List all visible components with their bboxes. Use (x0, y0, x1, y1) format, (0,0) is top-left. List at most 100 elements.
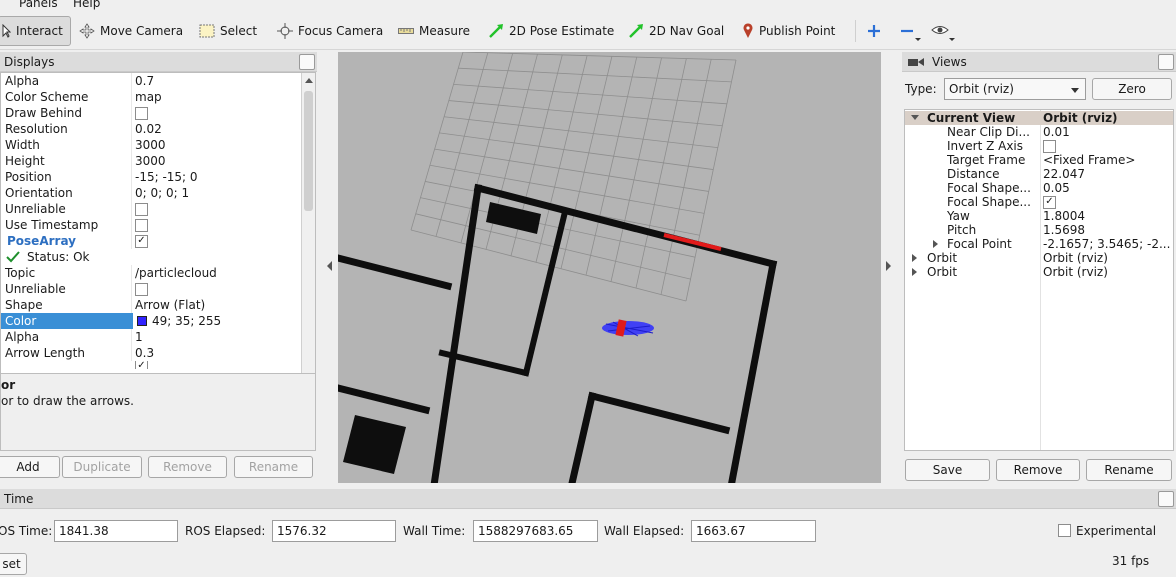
prop-row-resolution[interactable]: Resolution 0.02 (1, 121, 303, 137)
grid-line (560, 56, 613, 269)
posearray-enabled-checkbox[interactable]: ✓ (135, 234, 148, 248)
view-prop-distance[interactable]: Distance 22.047 (905, 167, 1173, 181)
prop-name: Distance (947, 167, 1000, 181)
current-view-row[interactable]: Current View Orbit (rviz) (905, 111, 1173, 125)
color-swatch[interactable] (137, 316, 147, 326)
prop-row-topic[interactable]: Topic/particlecloud (1, 265, 303, 281)
render-viewport[interactable] (338, 52, 881, 483)
wall-elapsed-field[interactable]: 1663.67 (691, 520, 816, 542)
prop-row-unreliable[interactable]: Unreliable (1, 201, 303, 217)
prop-name: Use Timestamp (5, 218, 99, 232)
views-header: Views (902, 52, 1176, 72)
prop-value: 22.047 (1043, 167, 1085, 181)
focal-shape-checkbox[interactable]: ✓ (1043, 195, 1056, 209)
zero-button[interactable]: Zero (1092, 78, 1172, 100)
rename-view-button[interactable]: Rename (1086, 459, 1172, 481)
view-prop-yaw[interactable]: Yaw 1.8004 (905, 209, 1173, 223)
remove-tool-icon[interactable] (900, 24, 922, 42)
draw-behind-checkbox[interactable] (135, 106, 148, 120)
menu-panels[interactable]: Panels (19, 0, 58, 10)
save-view-button[interactable]: Save (905, 459, 990, 481)
prop-row-alpha-2[interactable]: Alpha 1 (1, 329, 303, 345)
displays-float-button[interactable] (299, 54, 315, 70)
view-prop-target-frame[interactable]: Target Frame <Fixed Frame> (905, 153, 1173, 167)
add-button[interactable]: Add (0, 456, 60, 478)
prop-row-shape[interactable]: Shape Arrow (Flat) (1, 297, 303, 313)
tool-move-camera[interactable]: Move Camera (79, 16, 183, 46)
eye-icon[interactable] (931, 23, 957, 43)
tool-2d-nav-goal[interactable]: 2D Nav Goal (628, 16, 724, 46)
tool-select[interactable]: Select (199, 16, 257, 46)
prop-row-width[interactable]: Width 3000 (1, 137, 303, 153)
prop-value: 49; 35; 255 (152, 314, 222, 328)
chevron-down-icon (1071, 88, 1079, 93)
expand-icon[interactable] (912, 254, 917, 262)
prop-row-arrow-length[interactable]: Arrow Length 0.3 (1, 345, 303, 361)
saved-view-row[interactable]: Orbit Orbit (rviz) (905, 265, 1173, 279)
duplicate-button[interactable]: Duplicate (62, 456, 142, 478)
type-label: Type: (905, 82, 937, 96)
tool-publish-point-label: Publish Point (759, 24, 836, 38)
prop-row-color[interactable]: Color 49; 35; 255 (1, 313, 303, 329)
prop-value: <Fixed Frame> (1043, 153, 1136, 167)
tool-interact[interactable]: Interact (0, 16, 71, 46)
remove-button[interactable]: Remove (148, 456, 227, 478)
expand-icon[interactable] (933, 240, 938, 248)
add-tool-icon[interactable] (867, 24, 881, 38)
view-prop-invert-z[interactable]: Invert Z Axis (905, 139, 1173, 153)
displays-tree: Alpha 0.7 Color Scheme map Draw Behind Res… (0, 72, 316, 420)
prop-row-orientation[interactable]: Orientation 0; 0; 0; 1 (1, 185, 303, 201)
prop-name: Color Scheme (5, 90, 89, 104)
prop-row-use-timestamp[interactable]: Use Timestamp (1, 217, 303, 233)
tool-2d-pose-estimate[interactable]: 2D Pose Estimate (488, 16, 614, 46)
wall-elapsed-label: Wall Elapsed: (604, 524, 685, 538)
checkbox[interactable]: ✓ (135, 361, 148, 369)
prop-row-position[interactable]: Position -15; -15; 0 (1, 169, 303, 185)
display-posearray[interactable]: PoseArray ✓ (1, 233, 303, 249)
use-timestamp-checkbox[interactable] (135, 218, 148, 232)
prop-row-unreliable-2[interactable]: Unreliable (1, 281, 303, 297)
view-name: Orbit (927, 251, 958, 265)
prop-row-alpha[interactable]: Alpha 0.7 (1, 73, 303, 89)
tool-publish-point[interactable]: Publish Point (742, 16, 835, 46)
collapse-left-arrow[interactable] (327, 261, 332, 271)
description-text: or to draw the arrows. (1, 394, 134, 408)
time-float-button[interactable] (1158, 491, 1174, 507)
view-prop-focal-point[interactable]: Focal Point -2.1657; 3.5465; -2... (905, 237, 1173, 251)
view-prop-pitch[interactable]: Pitch 1.5698 (905, 223, 1173, 237)
view-prop-near-clip[interactable]: Near Clip Di... 0.01 (905, 125, 1173, 139)
expand-icon[interactable] (912, 268, 917, 276)
prop-row-color-scheme[interactable]: Color Scheme map (1, 89, 303, 105)
scroll-thumb[interactable] (304, 91, 313, 211)
view-type-select[interactable]: Orbit (rviz) (944, 78, 1086, 100)
view-prop-focal-shape-fixed[interactable]: Focal Shape... ✓ (905, 195, 1173, 209)
wall-time-field[interactable]: 1588297683.65 (473, 520, 598, 542)
displays-scrollbar[interactable] (301, 73, 315, 419)
invert-z-checkbox[interactable] (1043, 139, 1056, 153)
tool-measure[interactable]: Measure (398, 16, 470, 46)
view-prop-focal-shape-size[interactable]: Focal Shape... 0.05 (905, 181, 1173, 195)
prop-name: Focal Shape... (947, 195, 1031, 209)
prop-row-draw-behind[interactable]: Draw Behind (1, 105, 303, 121)
unreliable-checkbox[interactable] (135, 202, 148, 216)
saved-view-row[interactable]: Orbit Orbit (rviz) (905, 251, 1173, 265)
prop-row-height[interactable]: Height 3000 (1, 153, 303, 169)
tool-focus-camera[interactable]: Focus Camera (277, 16, 383, 46)
prop-name: Color (5, 314, 37, 328)
remove-view-button[interactable]: Remove (996, 459, 1080, 481)
views-float-button[interactable] (1158, 54, 1174, 70)
collapse-right-arrow[interactable] (886, 261, 891, 271)
unreliable-checkbox[interactable] (135, 282, 148, 296)
rename-button[interactable]: Rename (234, 456, 313, 478)
expand-icon[interactable] (911, 115, 919, 120)
reset-button[interactable]: set (0, 553, 27, 575)
particle-cloud (602, 319, 654, 337)
experimental-checkbox[interactable] (1058, 524, 1071, 537)
ros-elapsed-field[interactable]: 1576.32 (272, 520, 396, 542)
prop-name: Invert Z Axis (947, 139, 1024, 153)
map-render[interactable] (338, 52, 881, 483)
status-row[interactable]: Status: Ok (1, 249, 303, 265)
menu-help[interactable]: Help (73, 0, 100, 10)
scroll-up-arrow[interactable] (305, 78, 313, 83)
ros-time-field[interactable]: 1841.38 (54, 520, 178, 542)
